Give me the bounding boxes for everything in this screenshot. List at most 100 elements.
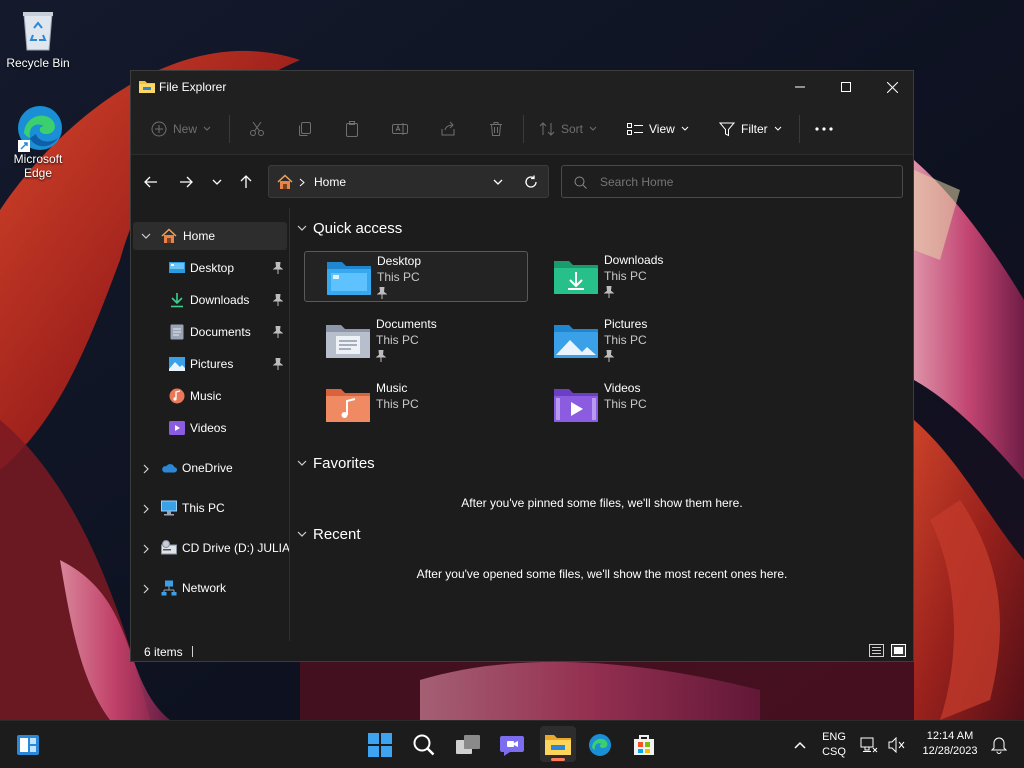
sidebar-item-label: Pictures [190, 357, 234, 371]
ellipsis-icon [815, 127, 833, 131]
recycle-bin-desktop-icon[interactable]: Recycle Bin [0, 8, 76, 70]
quick-access-videos[interactable]: Videos This PC [532, 379, 756, 430]
search-box[interactable] [561, 165, 903, 198]
delete-button[interactable] [488, 117, 504, 141]
quick-access-documents[interactable]: Documents This PC [304, 315, 528, 366]
search-button[interactable] [408, 729, 440, 761]
sidebar-item-desktop[interactable]: Desktop [133, 254, 287, 282]
chevron-right-icon[interactable] [143, 584, 149, 594]
sidebar-item-label: Desktop [190, 261, 235, 275]
teams-chat-button[interactable] [496, 729, 528, 761]
edge-icon [16, 104, 62, 152]
tile-location: This PC [376, 333, 419, 347]
sidebar-item-label: Home [183, 229, 216, 243]
chevron-right-icon[interactable] [143, 504, 149, 514]
bell-icon [991, 737, 1007, 754]
sidebar-item-onedrive[interactable]: OneDrive [133, 454, 287, 482]
sidebar-item-videos[interactable]: Videos [133, 414, 287, 442]
back-button[interactable] [139, 171, 163, 193]
network-status-button[interactable] [856, 729, 882, 761]
chevron-down-icon [212, 179, 222, 185]
toolbar-separator [523, 115, 524, 143]
minimize-button[interactable] [777, 71, 823, 103]
favorites-empty-message: After you've pinned some files, we'll sh… [461, 496, 743, 510]
recent-header[interactable]: Recent [297, 524, 361, 544]
details-view-icon[interactable] [869, 644, 884, 657]
task-view-button[interactable] [452, 729, 484, 761]
refresh-icon[interactable] [524, 175, 538, 189]
chevron-up-icon [794, 741, 806, 749]
tiles-view-icon[interactable] [891, 644, 906, 657]
new-button[interactable]: New [151, 117, 211, 141]
more-options-button[interactable] [815, 117, 833, 141]
recent-empty-message: After you've opened some files, we'll sh… [416, 567, 788, 581]
quick-access-pictures[interactable]: Pictures This PC [532, 315, 756, 366]
paste-button[interactable] [344, 117, 360, 141]
widgets-icon [17, 735, 39, 755]
cloud-icon [161, 460, 177, 476]
filter-button[interactable]: Filter [719, 117, 782, 141]
pin-icon [604, 350, 614, 362]
cut-button[interactable] [249, 117, 265, 141]
view-button[interactable]: View [627, 117, 689, 141]
sidebar-item-this-pc[interactable]: This PC [133, 494, 287, 522]
clock[interactable]: 12:14 AM 12/28/2023 [914, 729, 986, 759]
chevron-down-icon[interactable] [141, 233, 151, 239]
tile-name: Music [376, 381, 408, 395]
store-taskbar-button[interactable] [628, 729, 660, 761]
file-explorer-taskbar-button[interactable] [540, 726, 576, 762]
pin-icon [273, 294, 283, 306]
recent-locations-button[interactable] [205, 171, 229, 193]
scissors-icon [250, 121, 264, 136]
cd-drive-icon [161, 540, 177, 556]
windows-logo-icon [368, 733, 392, 757]
navigation-bar: Home [131, 155, 913, 207]
search-input[interactable] [600, 173, 890, 191]
address-bar[interactable]: Home [268, 165, 549, 198]
chevron-down-icon [297, 531, 307, 537]
share-button[interactable] [440, 117, 456, 141]
rename-button[interactable] [392, 117, 408, 141]
chevron-right-icon[interactable] [143, 464, 149, 474]
start-button[interactable] [364, 729, 396, 761]
address-dropdown-icon[interactable] [493, 179, 503, 185]
show-hidden-icons-button[interactable] [784, 729, 816, 761]
language-indicator[interactable]: ENG CSQ [814, 730, 854, 760]
breadcrumb-home[interactable]: Home [314, 175, 346, 189]
quick-access-downloads[interactable]: Downloads This PC [532, 251, 756, 302]
home-icon [277, 174, 293, 189]
notifications-button[interactable] [986, 729, 1012, 761]
quick-access-music[interactable]: Music This PC [304, 379, 528, 430]
sidebar-item-pictures[interactable]: Pictures [133, 350, 287, 378]
close-button[interactable] [869, 71, 915, 103]
volume-muted-icon [888, 737, 905, 753]
volume-button[interactable] [884, 729, 910, 761]
clock-date: 12/28/2023 [922, 745, 978, 757]
favorites-header[interactable]: Favorites [297, 453, 375, 473]
sidebar-item-cd-drive[interactable]: CD Drive (D:) JULIA [133, 534, 290, 562]
sidebar-item-documents[interactable]: Documents [133, 318, 287, 346]
widgets-button[interactable] [12, 729, 44, 761]
arrow-right-icon [180, 176, 193, 188]
quick-access-header[interactable]: Quick access [297, 218, 402, 238]
sidebar-item-label: Network [182, 581, 227, 595]
copy-button[interactable] [297, 117, 313, 141]
quick-access-desktop[interactable]: Desktop This PC [304, 251, 528, 302]
up-button[interactable] [234, 171, 258, 193]
view-label: View [649, 122, 675, 136]
maximize-button[interactable] [823, 71, 869, 103]
sidebar-item-downloads[interactable]: Downloads [133, 286, 287, 314]
sort-button[interactable]: Sort [539, 117, 597, 141]
sidebar-item-network[interactable]: Network [133, 574, 287, 602]
pane-divider[interactable] [289, 208, 290, 641]
title-bar[interactable]: File Explorer [131, 71, 913, 103]
chat-icon [500, 736, 524, 756]
document-icon [169, 324, 185, 340]
chevron-right-icon[interactable] [143, 544, 149, 554]
microsoft-edge-desktop-icon[interactable]: Microsoft Edge [0, 104, 76, 180]
forward-button[interactable] [174, 171, 198, 193]
sidebar-item-music[interactable]: Music [133, 382, 287, 410]
edge-taskbar-button[interactable] [584, 729, 616, 761]
sidebar-item-label: Downloads [190, 293, 250, 307]
sidebar-item-home[interactable]: Home [133, 222, 287, 250]
